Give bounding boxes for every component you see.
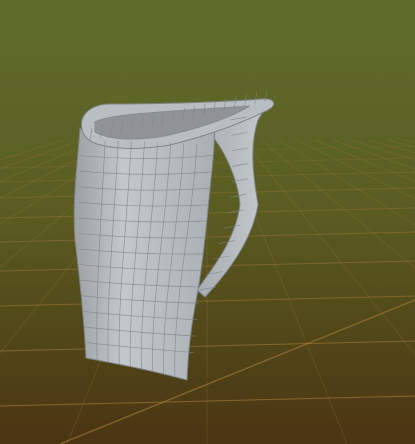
viewport-canvas[interactable] [0,0,415,444]
3d-viewport[interactable] [0,0,415,444]
